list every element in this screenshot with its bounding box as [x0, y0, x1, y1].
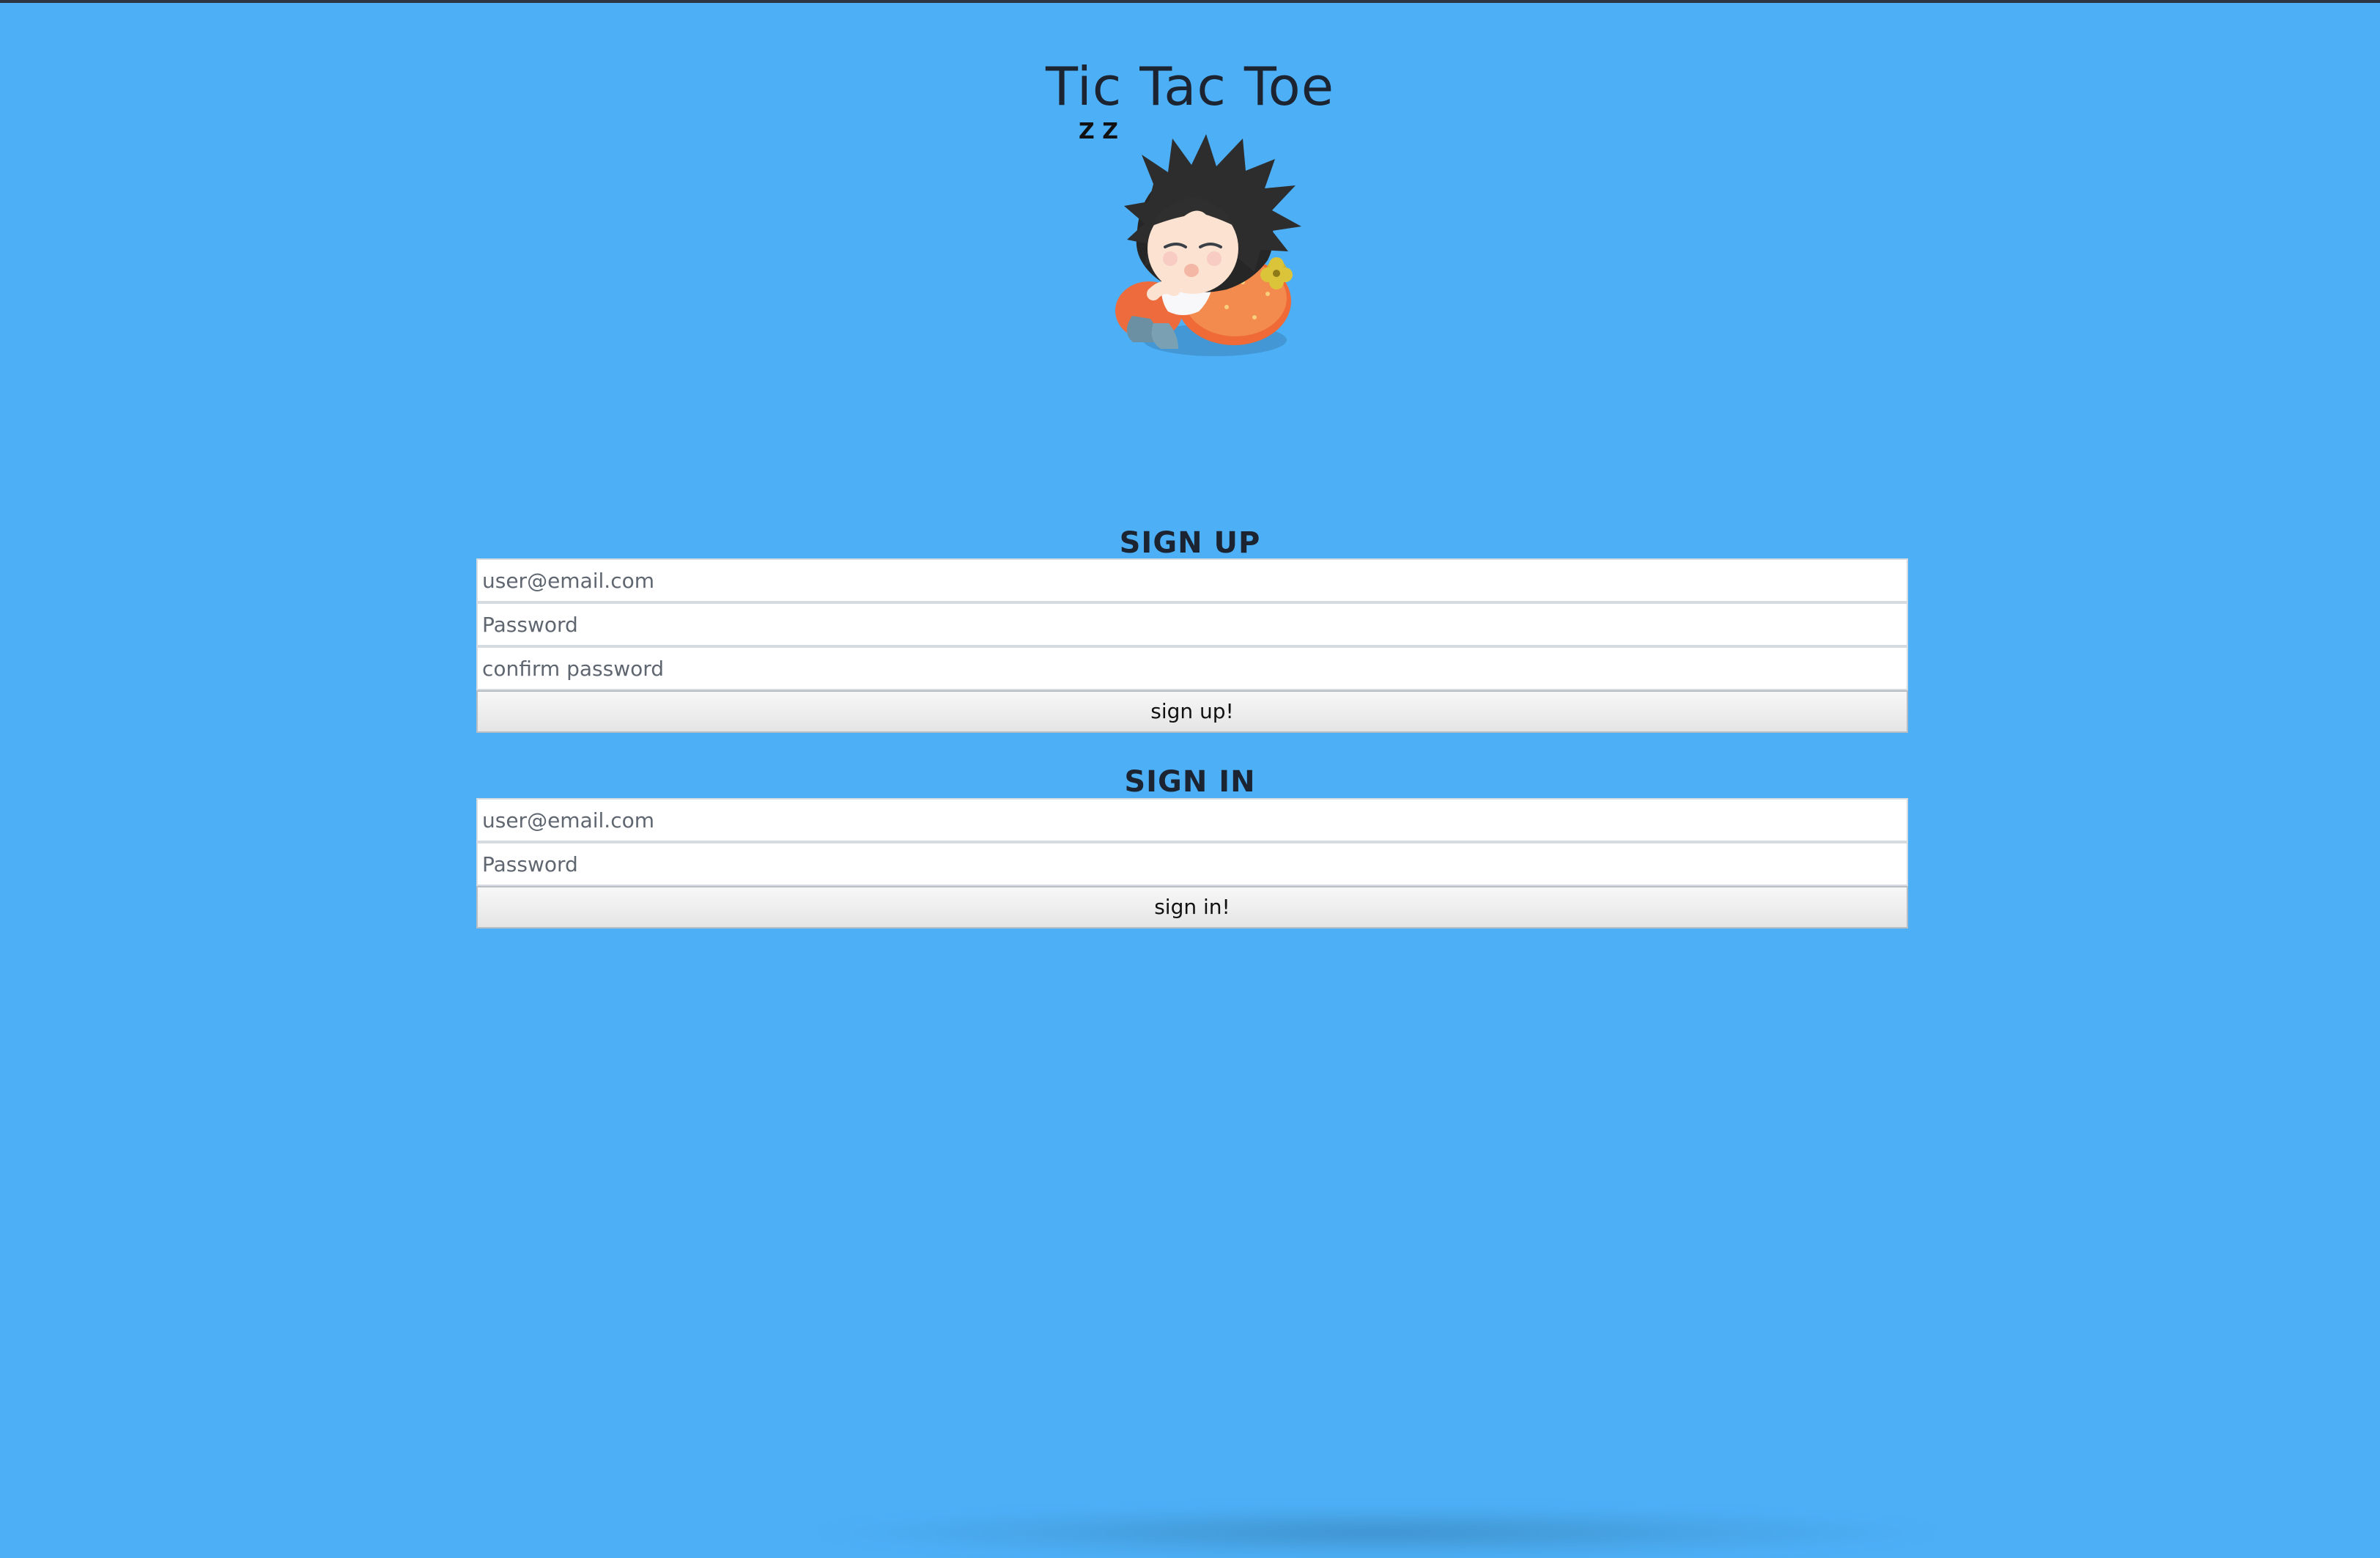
sleeping-character-icon: Z Z — [1079, 119, 1301, 356]
signup-confirm-password-input[interactable] — [476, 646, 1908, 690]
signin-password-input[interactable] — [476, 842, 1908, 886]
signin-email-input[interactable] — [476, 798, 1908, 842]
signin-heading: SIGN IN — [1124, 765, 1256, 800]
sleep-z-icon: Z Z — [1079, 119, 1118, 144]
mascot-image: Z Z — [1062, 109, 1341, 373]
signup-password-input[interactable] — [476, 602, 1908, 646]
signin-button[interactable]: sign in! — [476, 886, 1908, 928]
signup-heading: SIGN UP — [1119, 526, 1261, 561]
signup-email-input[interactable] — [476, 558, 1908, 602]
signup-button[interactable]: sign up! — [476, 690, 1908, 733]
signin-form: sign in! — [476, 798, 1908, 928]
svg-text:Z Z: Z Z — [1079, 119, 1118, 144]
signup-form: sign up! — [476, 558, 1908, 733]
bottom-shadow — [791, 1507, 1964, 1558]
page: Tic Tac Toe Z Z SIGN UP user@email.com s… — [0, 3, 2380, 1558]
